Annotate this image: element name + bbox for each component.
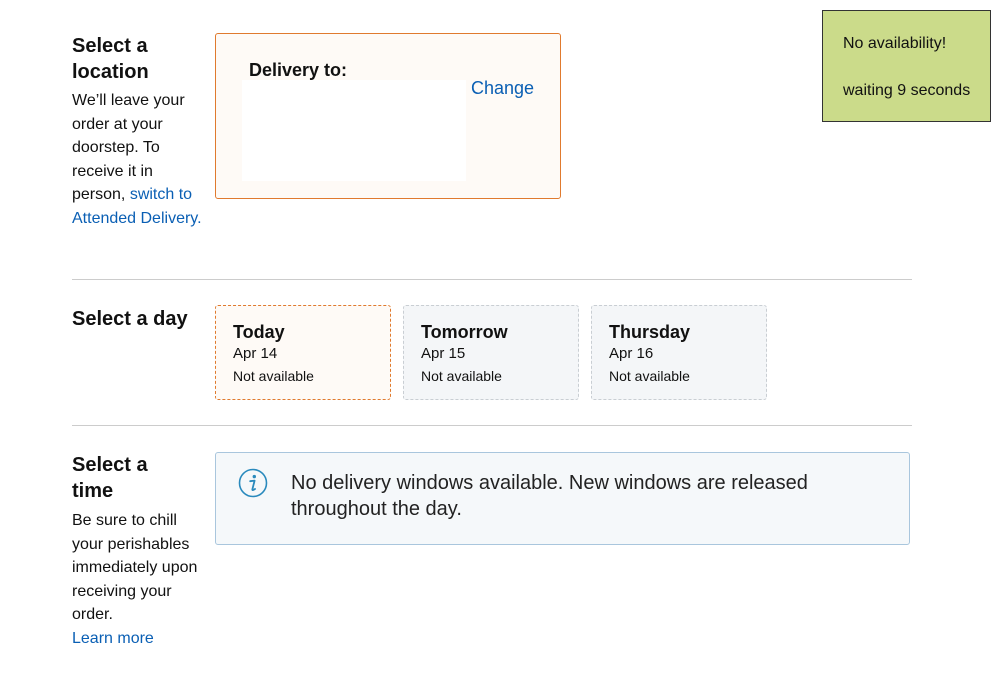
delivery-to-label: Delivery to: [249,60,348,80]
info-icon [238,468,268,498]
day-option-tomorrow[interactable]: Tomorrow Apr 15 Not available [403,305,579,400]
day-status: Not available [421,368,502,384]
no-windows-info-box: No delivery windows available. New windo… [215,452,910,545]
notification-status: No availability! [843,35,947,52]
day-option-thursday[interactable]: Thursday Apr 16 Not available [591,305,767,400]
change-address-link[interactable]: Change [471,78,534,99]
location-description: We’ll leave your order at your doorstep.… [72,89,202,230]
page: Select a location We’ll leave your order… [0,0,1000,691]
day-option-today[interactable]: Today Apr 14 Not available [215,305,391,400]
divider [72,425,912,426]
time-desc-text: Be sure to chill your perishables immedi… [72,512,198,623]
day-name: Today [233,322,285,342]
day-date: Apr 15 [421,345,466,362]
day-section-title: Select a day [72,308,188,330]
day-date: Apr 16 [609,345,654,362]
location-section-title: Select a location [72,35,149,83]
day-name: Tomorrow [421,322,508,342]
day-status: Not available [233,368,314,384]
notification-timer: waiting 9 seconds [843,82,971,99]
availability-notification: No availability! waiting 9 seconds [822,10,991,122]
day-status: Not available [609,368,690,384]
address-box [242,80,466,181]
time-section-title: Select a time [72,454,148,502]
delivery-location-card[interactable]: Delivery to: Change [215,33,561,199]
learn-more-link[interactable]: Learn more [72,630,154,647]
time-description: Be sure to chill your perishables immedi… [72,509,202,650]
day-date: Apr 14 [233,345,278,362]
day-name: Thursday [609,322,691,342]
info-message: No delivery windows available. New windo… [291,472,808,520]
divider [72,279,912,280]
